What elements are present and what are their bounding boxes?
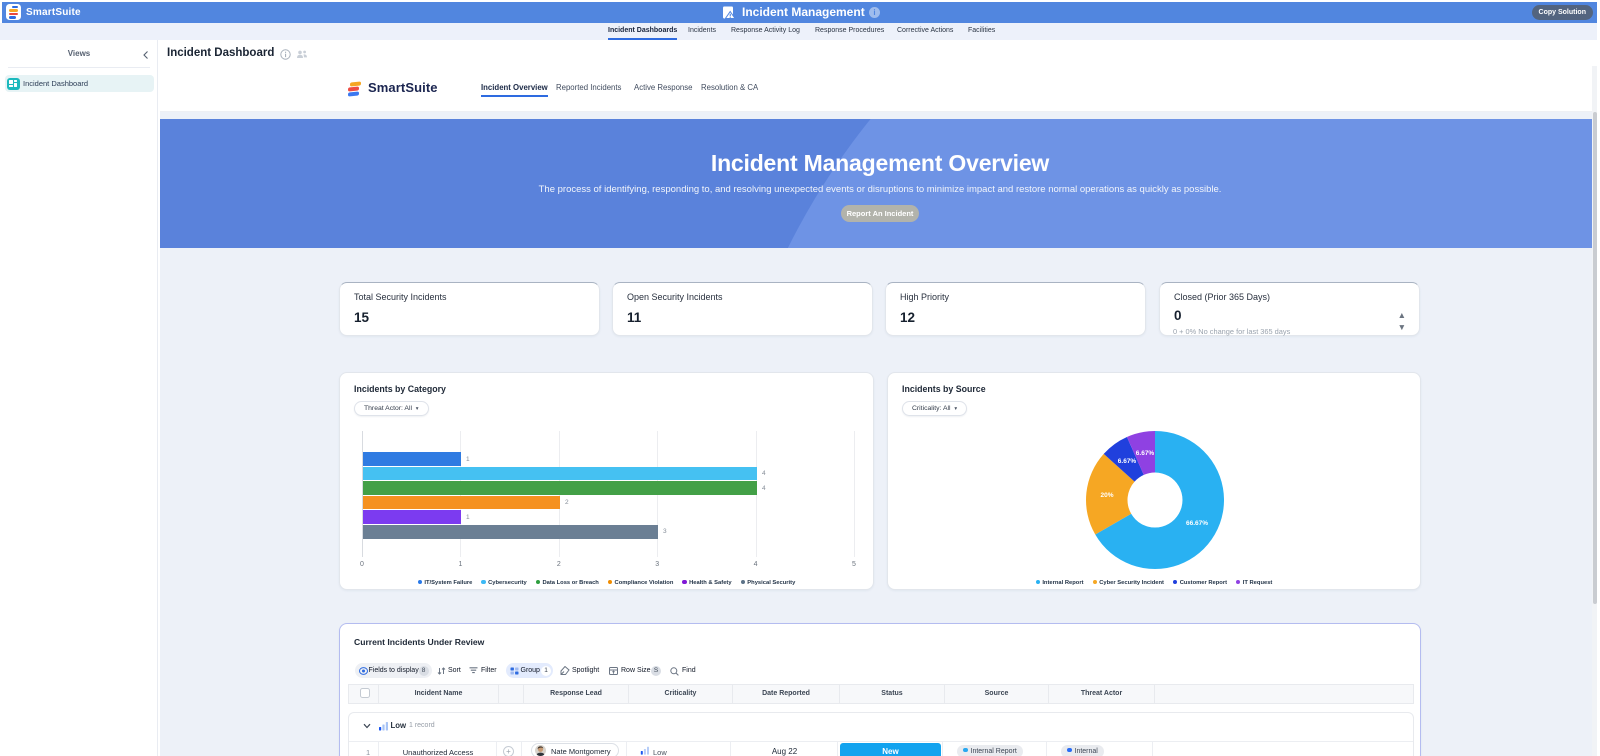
svg-text:66.67%: 66.67%: [1186, 520, 1208, 527]
svg-text:6.67%: 6.67%: [1136, 450, 1155, 457]
svg-text:20%: 20%: [1100, 492, 1113, 499]
svg-text:6.67%: 6.67%: [1118, 458, 1137, 465]
